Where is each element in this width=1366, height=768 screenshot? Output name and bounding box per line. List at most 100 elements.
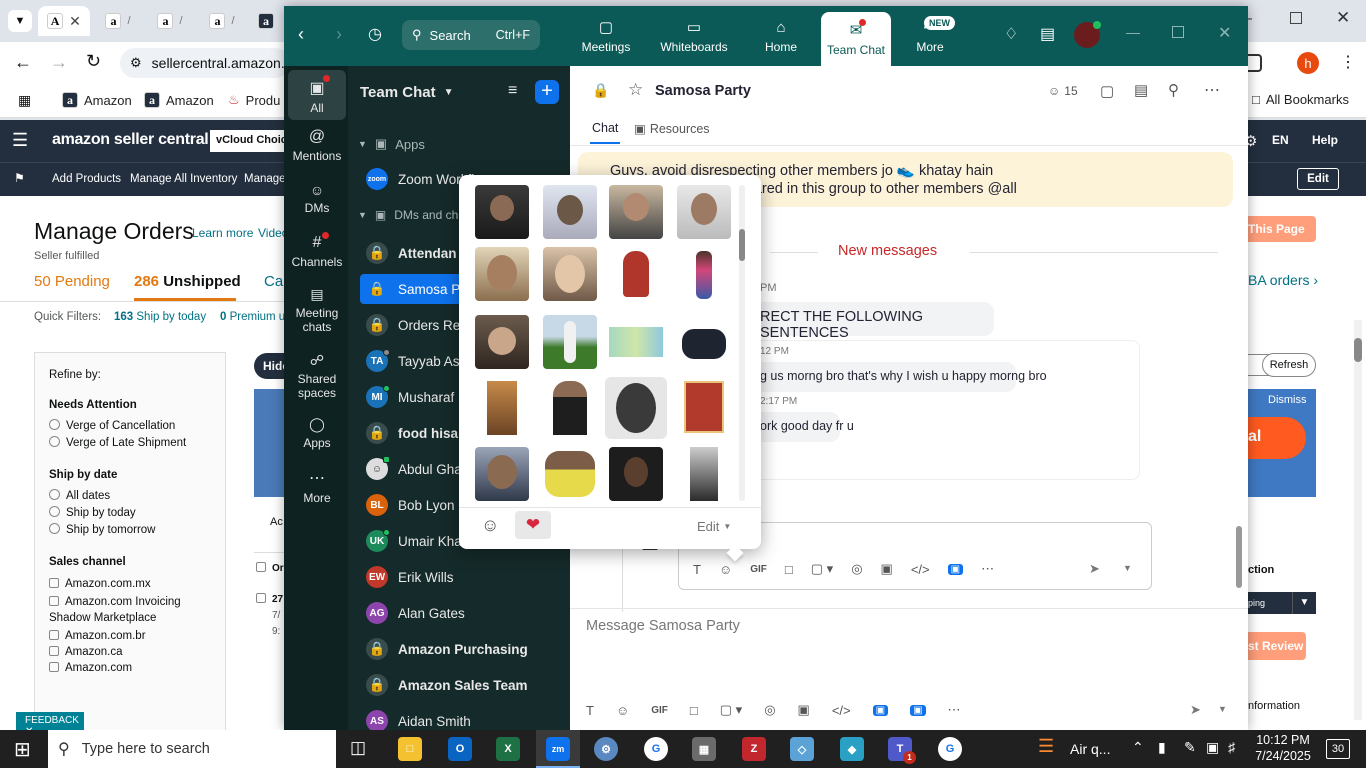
code-snippet-icon[interactable]: </> — [911, 562, 930, 577]
picker-edit-button[interactable]: Edit ▼ — [697, 519, 731, 534]
sticker[interactable] — [677, 247, 731, 301]
close-icon[interactable]: ✕ — [69, 13, 81, 30]
windows-start-icon[interactable]: ⊞ — [14, 737, 31, 762]
learn-more-link[interactable]: Learn more — [192, 226, 253, 240]
filezilla-icon[interactable]: Z — [742, 737, 766, 761]
bookmark-amazon[interactable]: a Amazon — [144, 92, 214, 108]
sticker[interactable] — [475, 381, 529, 435]
sticker[interactable] — [677, 447, 731, 501]
url-field[interactable]: ⚙ sellercentral.amazon. — [120, 48, 290, 78]
outlook-icon[interactable]: O — [448, 737, 472, 761]
app-icon[interactable]: ◆ — [840, 737, 864, 761]
back-chevron-icon[interactable]: ‹ — [298, 24, 304, 45]
sticker[interactable] — [677, 315, 731, 369]
pen-icon[interactable]: ✎ — [1184, 739, 1196, 756]
filter-channel-mx[interactable]: Amazon.com.mx — [49, 578, 211, 590]
battery-icon[interactable]: ▮ — [1158, 739, 1166, 756]
restore-window-icon[interactable] — [1290, 12, 1302, 24]
sticker[interactable] — [609, 315, 663, 369]
message-bubble[interactable]: RECT THE FOLLOWING SENTENCES — [750, 302, 994, 341]
quick-filter-premium[interactable]: 0 Premium u — [220, 311, 285, 323]
list-item-channel[interactable]: 🔒 Amazon Sales Team — [360, 670, 560, 700]
emoji-tab-icon[interactable]: ☺ — [481, 515, 499, 536]
ship-action-button[interactable]: ping — [1248, 592, 1292, 614]
checkbox-icon[interactable] — [49, 662, 59, 672]
rail-all[interactable]: ▣ All — [288, 70, 346, 120]
browser-tab[interactable]: a / — [196, 6, 248, 36]
browser-tab-active[interactable]: A ✕ — [38, 6, 90, 36]
screenshot-icon[interactable]: ▢ ▾ — [720, 702, 742, 718]
quick-filter-ship-today[interactable]: 163 Ship by today — [114, 311, 206, 323]
calendar-icon[interactable]: ▤ — [1134, 81, 1148, 99]
taskbar-search[interactable]: ⚲ Type here to search — [48, 730, 336, 768]
radio-icon[interactable] — [49, 523, 60, 534]
browser-tab[interactable]: a / — [144, 6, 196, 36]
this-page-button[interactable]: This Page — [1248, 216, 1316, 242]
network-icon[interactable]: ▣ — [1206, 739, 1219, 756]
nav-home[interactable]: ⌂ Home — [756, 6, 806, 66]
section-apps[interactable]: ▼ ▣ Apps — [358, 136, 425, 152]
checkbox-icon[interactable] — [49, 578, 59, 588]
close-icon[interactable]: / — [179, 15, 182, 27]
file-icon[interactable]: □ — [690, 703, 698, 718]
sticker[interactable] — [609, 185, 663, 239]
browser-tab[interactable]: a — [248, 6, 284, 36]
hamburger-menu-icon[interactable]: ☰ — [12, 130, 28, 151]
calculator-icon[interactable]: ▦ — [692, 737, 716, 761]
picker-scrollbar[interactable] — [739, 185, 745, 501]
browser-tab[interactable]: a / — [92, 6, 144, 36]
heart-favorites-icon[interactable]: ❤ — [515, 511, 551, 539]
sticker[interactable] — [543, 247, 597, 301]
page-scrollbar[interactable] — [1354, 320, 1362, 720]
zoom-taskbar-active[interactable]: zm — [536, 730, 580, 768]
filter-ship-tomorrow[interactable]: Ship by tomorrow — [49, 523, 211, 536]
back-arrow-icon[interactable]: ← — [14, 52, 32, 73]
microphone-icon[interactable]: ◎ — [851, 561, 862, 577]
video-message-icon[interactable]: ▣ — [881, 561, 893, 577]
promo-cta-button[interactable]: al — [1238, 417, 1306, 459]
emoji-icon[interactable]: ☺ — [719, 562, 732, 577]
chevron-up-icon[interactable]: ⌃ — [1132, 739, 1144, 756]
filter-channel-com[interactable]: Amazon.com — [49, 662, 211, 674]
site-info-icon[interactable]: ⚙ — [130, 55, 142, 71]
new-chat-plus-icon[interactable]: + — [535, 80, 559, 104]
filter-verge-late[interactable]: Verge of Late Shipment — [49, 436, 211, 449]
text-format-icon[interactable]: T — [586, 703, 594, 718]
rail-apps[interactable]: ◯ Apps — [288, 416, 346, 450]
apps-grid-icon[interactable]: ▦ — [18, 92, 31, 109]
chrome-icon[interactable]: G — [938, 737, 962, 761]
sticker[interactable] — [543, 447, 597, 501]
filter-all-dates[interactable]: All dates — [49, 489, 211, 502]
user-avatar[interactable] — [1074, 21, 1101, 48]
chrome-icon[interactable]: G — [644, 737, 668, 761]
radio-icon[interactable] — [49, 489, 60, 500]
tab-search-button[interactable]: ▼ — [8, 10, 32, 32]
text-format-icon[interactable]: T — [693, 562, 701, 577]
scrollbar-thumb[interactable] — [1236, 526, 1242, 588]
feedback-button[interactable]: FEEDBACK ✕ — [16, 712, 84, 737]
edit-nav-button[interactable]: Edit — [1297, 168, 1339, 190]
filter-icon[interactable]: ≡ — [508, 82, 517, 100]
message-bubble[interactable]: ork good day fr u — [750, 412, 854, 442]
file-icon[interactable]: □ — [785, 562, 793, 577]
gif-icon[interactable]: GIF — [651, 705, 668, 716]
channel-title[interactable]: Samosa Party — [655, 83, 751, 99]
checkbox-icon[interactable] — [49, 646, 59, 656]
video-message-icon[interactable]: ▣ — [798, 702, 810, 718]
taskbar-clock[interactable]: 10:12 PM 7/24/2025 — [1250, 732, 1316, 764]
help-link[interactable]: Help — [1312, 133, 1338, 147]
dismiss-link[interactable]: Dismiss — [1268, 394, 1307, 406]
video-call-icon[interactable]: ▢ — [1100, 82, 1114, 100]
sticker[interactable] — [543, 185, 597, 239]
task-view-icon[interactable]: ◫ — [350, 738, 366, 758]
forward-chevron-icon[interactable]: › — [336, 24, 342, 45]
chevron-down-icon[interactable]: ▼ — [1123, 563, 1132, 573]
microphone-icon[interactable]: ◎ — [764, 702, 775, 718]
subnav-add-products[interactable]: Add Products — [52, 173, 121, 185]
checkbox-icon[interactable] — [256, 562, 266, 572]
filter-ship-today[interactable]: Ship by today — [49, 506, 211, 519]
subnav-manage[interactable]: Manage — [244, 173, 286, 185]
more-dots-icon[interactable]: ⋯ — [981, 561, 994, 577]
chevron-down-icon[interactable]: ▼ — [1292, 592, 1316, 614]
maximize-icon[interactable] — [1172, 26, 1184, 38]
